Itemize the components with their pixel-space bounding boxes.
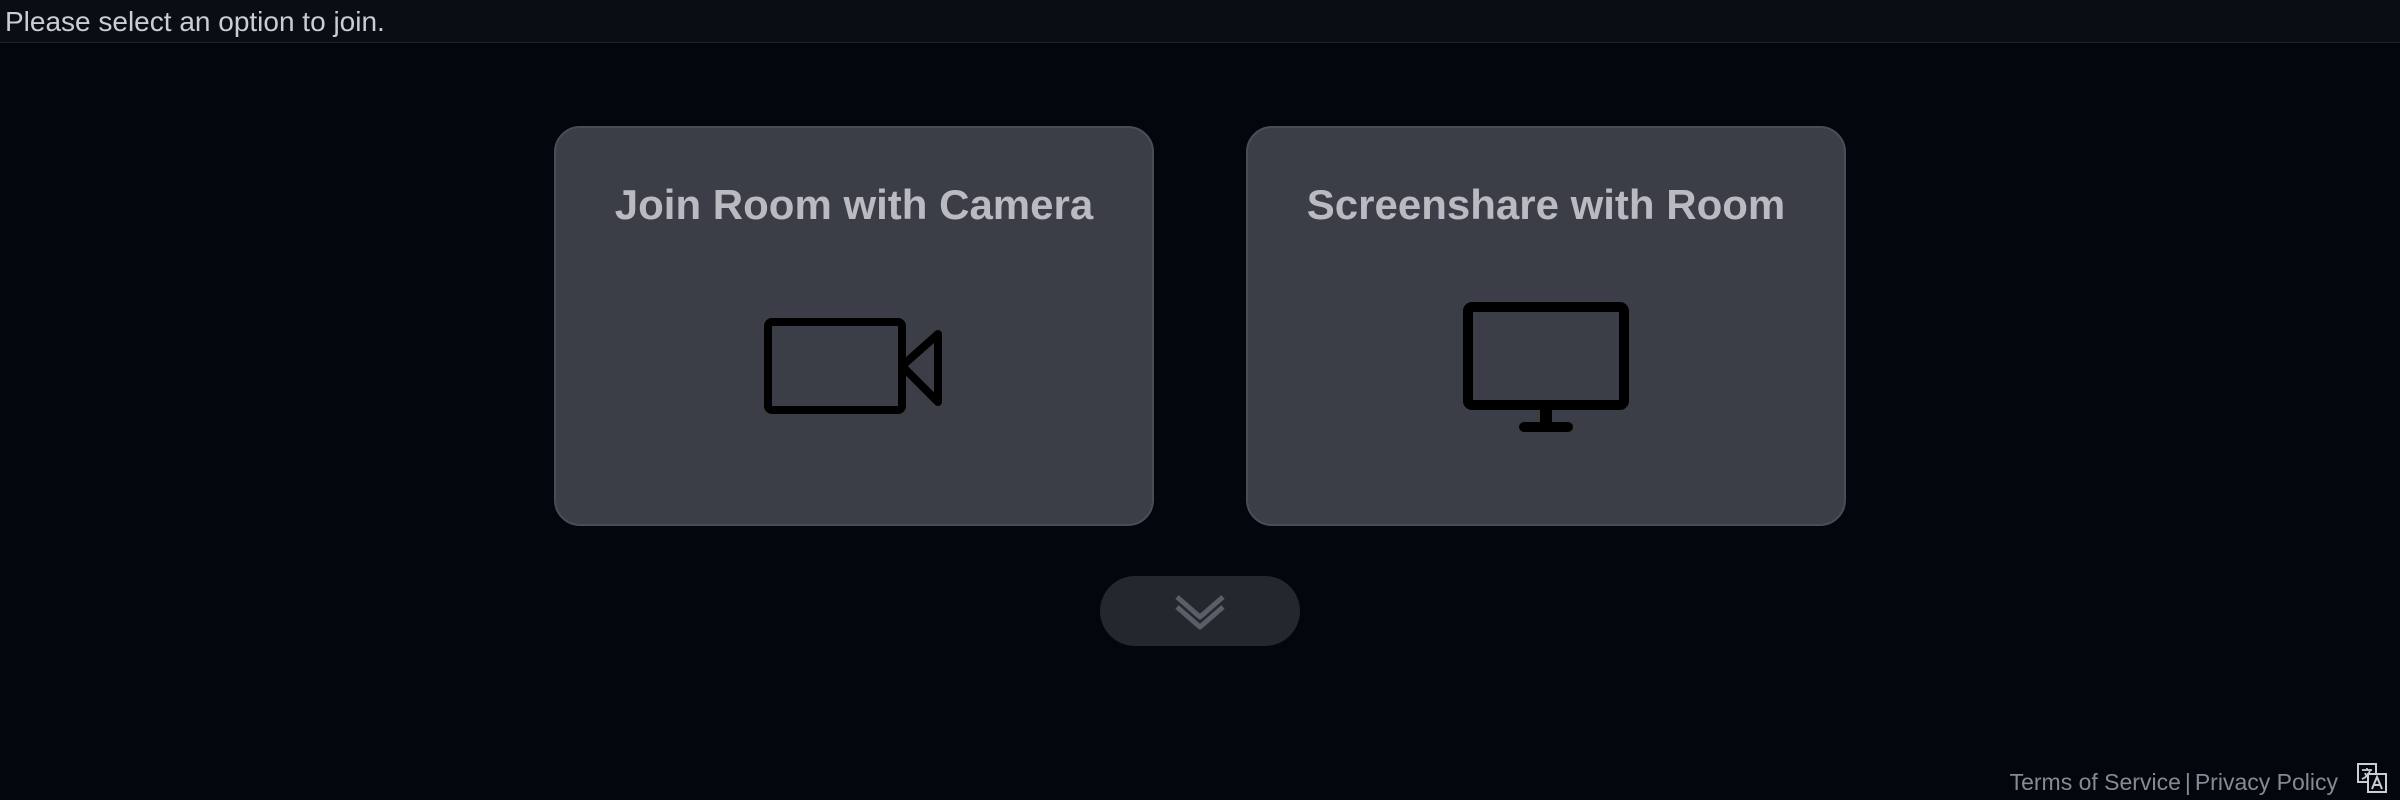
more-options-button[interactable] <box>1100 576 1300 646</box>
chevron-double-down-icon <box>1175 595 1225 630</box>
screenshare-title: Screenshare with Room <box>1306 181 1786 228</box>
footer-links: Terms of Service | Privacy Policy <box>2010 768 2338 796</box>
top-bar: Please select an option to join. <box>0 0 2400 43</box>
monitor-icon <box>1463 302 1629 432</box>
screenshare-with-room-button[interactable]: Screenshare with Room <box>1246 126 1846 526</box>
join-with-camera-title: Join Room with Camera <box>614 181 1094 228</box>
translate-icon[interactable] <box>2356 762 2388 794</box>
privacy-policy-link[interactable]: Privacy Policy <box>2195 769 2338 795</box>
video-camera-icon <box>764 318 942 414</box>
join-with-camera-button[interactable]: Join Room with Camera <box>554 126 1154 526</box>
join-prompt-text: Please select an option to join. <box>5 6 385 37</box>
terms-of-service-link[interactable]: Terms of Service <box>2010 769 2181 795</box>
footer-separator: | <box>2184 769 2191 795</box>
